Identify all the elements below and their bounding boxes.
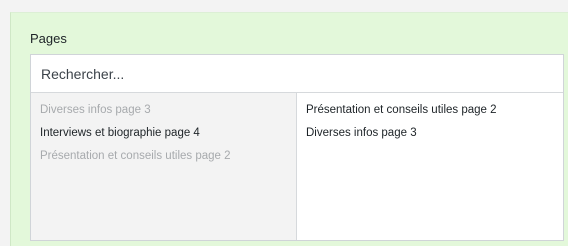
page-picker: Diverses infos page 3 Interviews et biog… xyxy=(30,54,564,241)
available-pages-list: Diverses infos page 3 Interviews et biog… xyxy=(31,93,297,240)
section-title: Pages xyxy=(30,31,67,46)
available-page-item[interactable]: Interviews et biographie page 4 xyxy=(31,122,296,145)
available-page-item[interactable]: Présentation et conseils utiles page 2 xyxy=(31,145,296,168)
selected-pages-list: Présentation et conseils utiles page 2 D… xyxy=(297,93,563,240)
selected-page-item[interactable]: Diverses infos page 3 xyxy=(297,122,563,145)
search-input[interactable] xyxy=(31,55,563,93)
selected-page-item[interactable]: Présentation et conseils utiles page 2 xyxy=(297,99,563,122)
pages-section: Pages Diverses infos page 3 Interviews e… xyxy=(10,12,568,246)
available-page-item[interactable]: Diverses infos page 3 xyxy=(31,99,296,122)
